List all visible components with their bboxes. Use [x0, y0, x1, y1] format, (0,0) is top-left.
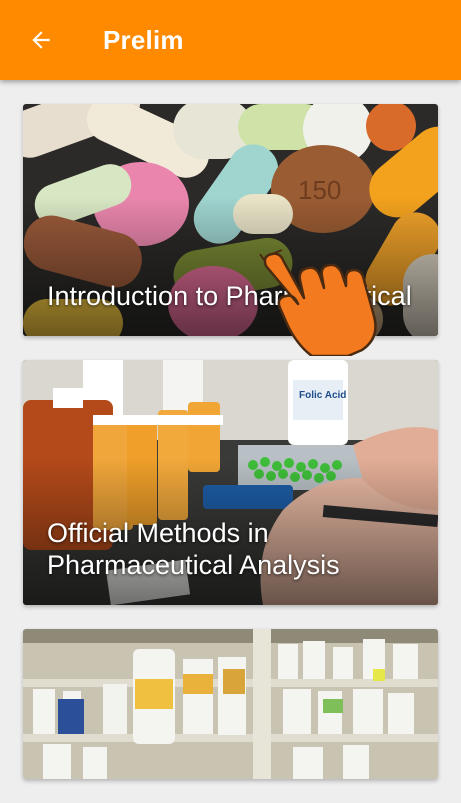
- arrow-left-icon: [32, 31, 50, 49]
- course-card-official-methods[interactable]: Folic Acid Official Methods in Pharmaceu…: [23, 360, 438, 605]
- back-button[interactable]: [21, 20, 61, 60]
- pharmacy-shelves-image: [23, 629, 438, 779]
- course-title: Official Methods in Pharmaceutical Analy…: [47, 518, 340, 580]
- tap-hand-icon: [259, 249, 377, 356]
- course-card-pharmacy[interactable]: [23, 629, 438, 779]
- course-list: 150 Introduction to Pharmaceutical Folic…: [23, 104, 438, 803]
- svg-text:Folic Acid: Folic Acid: [299, 390, 346, 401]
- page-title: Prelim: [103, 24, 184, 55]
- app-bar: Prelim: [0, 0, 461, 80]
